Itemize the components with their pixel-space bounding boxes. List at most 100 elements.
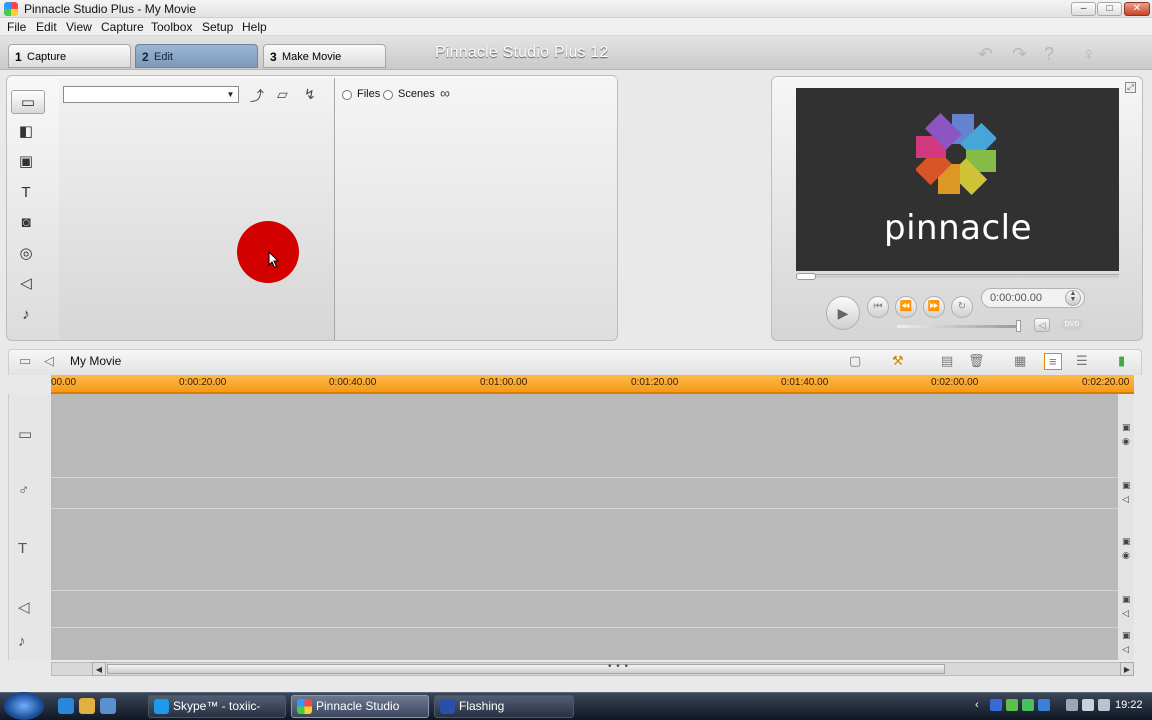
menu-toolbox[interactable]: Toolbox	[151, 20, 192, 34]
lock-icon[interactable]: ▣	[1122, 536, 1131, 547]
disc-menus-icon[interactable]: ◎	[13, 242, 39, 266]
chevron-down-icon[interactable]: ▼	[224, 88, 237, 101]
volume-icon[interactable]	[1098, 699, 1110, 711]
menu-view[interactable]: View	[66, 20, 92, 34]
firefox-icon[interactable]	[79, 698, 95, 714]
scrubber-handle[interactable]	[796, 273, 816, 280]
taskbar-pinnacle[interactable]: Pinnacle Studio Plus...	[291, 695, 429, 718]
ie-icon[interactable]	[58, 698, 74, 714]
lock-icon[interactable]: ▣	[1122, 480, 1131, 491]
track-controls: ▣ ◉ ▣ ◁ ▣ ◉ ▣ ◁ ▣ ◁	[1118, 394, 1134, 660]
menu-edit[interactable]: Edit	[36, 20, 57, 34]
folder-icon[interactable]: ▱	[277, 86, 288, 103]
timecode-value: 0:00:00.00	[990, 292, 1042, 304]
sound-effect-track-icon[interactable]: ◁	[18, 598, 30, 616]
glasses-icon[interactable]: ∞	[440, 85, 450, 101]
audio-view-icon[interactable]: ◁	[44, 353, 54, 369]
tray-app-icon[interactable]	[990, 699, 1002, 711]
transition-track-icon[interactable]: ♂	[18, 482, 29, 499]
timecode-display[interactable]: 0:00:00.00 ▲ ▼	[981, 288, 1085, 308]
play-button[interactable]: ▶	[826, 296, 860, 330]
mute-icon[interactable]: ◁	[1122, 644, 1129, 655]
loop-icon[interactable]: ↻	[951, 296, 973, 318]
sound-effects-icon[interactable]: ◁	[13, 272, 39, 296]
close-button[interactable]: ✕	[1124, 2, 1150, 16]
album-content-pane	[336, 78, 617, 340]
pinnacle-logo-icon	[916, 112, 996, 196]
scenes-radio[interactable]	[383, 90, 393, 100]
title-track-icon[interactable]: T	[18, 540, 27, 557]
rewind-icon[interactable]: ⏪	[895, 296, 917, 318]
scrollbar-thumb[interactable]	[107, 664, 945, 674]
expand-icon[interactable]: ⤢	[1125, 82, 1136, 93]
tab-edit[interactable]: 2 Edit	[135, 44, 258, 68]
timeline-ruler[interactable]: 00.00 0:00:20.00 0:00:40.00 0:01:00.00 0…	[51, 375, 1134, 394]
split-clip-icon[interactable]: ▤	[941, 353, 953, 369]
tray-expand-icon[interactable]: ‹	[975, 699, 987, 711]
dvd-button[interactable]: DVD	[1061, 319, 1083, 331]
menu-help[interactable]: Help	[242, 20, 267, 34]
video-track-icon[interactable]: ▭	[18, 425, 32, 443]
tab-make-movie[interactable]: 3 Make Movie	[263, 44, 386, 68]
timecode-spinner-icon[interactable]: ▲ ▼	[1065, 290, 1081, 306]
tray-app-icon[interactable]	[1006, 699, 1018, 711]
sort-icon[interactable]: ↯	[304, 86, 316, 103]
music-track-icon[interactable]: ♪	[18, 633, 26, 650]
still-images-icon[interactable]: ▣	[13, 150, 39, 174]
music-icon[interactable]: ♪	[13, 303, 39, 327]
video-album-icon[interactable]: ▭	[11, 90, 45, 114]
go-to-start-icon[interactable]: ⏮	[867, 296, 889, 318]
folder-select[interactable]: ▼	[63, 86, 239, 103]
lightbulb-icon[interactable]: ♀	[1082, 44, 1096, 65]
ruler-label: 0:02:20.00	[1082, 377, 1130, 388]
maximize-button[interactable]: □	[1097, 2, 1122, 16]
volume-slider[interactable]	[897, 325, 1019, 328]
visibility-icon[interactable]: ◉	[1122, 436, 1130, 447]
timeline-tracks[interactable]	[51, 394, 1118, 660]
redo-icon[interactable]: ↷	[1012, 44, 1027, 65]
visibility-icon[interactable]: ◉	[1122, 550, 1130, 561]
scroll-left-icon[interactable]: ◀	[92, 662, 106, 676]
lock-icon[interactable]: ▣	[1122, 422, 1131, 433]
scroll-right-icon[interactable]: ▶	[1120, 662, 1134, 676]
menu-file[interactable]: File	[7, 20, 26, 34]
volume-handle[interactable]	[1016, 320, 1021, 332]
undo-icon[interactable]: ↶	[978, 44, 993, 65]
audio-scrub-icon[interactable]: ⚒	[892, 353, 904, 369]
playback-scrubber[interactable]	[796, 274, 1119, 278]
taskbar-skype[interactable]: Skype™ - toxiic-psy...	[148, 695, 286, 718]
text-view-icon[interactable]: ☰	[1076, 353, 1088, 369]
files-radio[interactable]	[342, 90, 352, 100]
track-divider	[51, 590, 1118, 591]
device-icon[interactable]	[1082, 699, 1094, 711]
tray-check-icon[interactable]	[1022, 699, 1034, 711]
photos-icon[interactable]: ◙	[13, 211, 39, 235]
help-icon[interactable]: ?	[1044, 44, 1054, 65]
lock-icon[interactable]: ▣	[1122, 594, 1131, 605]
show-desktop-icon[interactable]	[100, 698, 116, 714]
folder-up-icon[interactable]: ⤴	[250, 86, 264, 106]
tab-capture[interactable]: 1 Capture	[8, 44, 131, 68]
menu-capture[interactable]: Capture	[101, 20, 144, 34]
network-icon[interactable]	[1066, 699, 1078, 711]
timeline-scrollbar[interactable]: • • •	[51, 661, 1134, 676]
lock-icon[interactable]: ▣	[1122, 630, 1131, 641]
storyboard-icon[interactable]: ▦	[1014, 353, 1026, 369]
speaker-icon[interactable]: ◁	[1034, 318, 1050, 332]
titles-icon[interactable]: T	[13, 181, 39, 205]
marker-icon[interactable]: ▢	[849, 353, 861, 369]
taskbar-flashing[interactable]: Flashing	[434, 695, 574, 718]
mute-icon[interactable]: ◁	[1122, 608, 1129, 619]
minimize-button[interactable]: –	[1071, 2, 1096, 16]
clock[interactable]: 19:22	[1115, 699, 1143, 711]
transitions-icon[interactable]: ◧	[13, 120, 39, 144]
menu-setup[interactable]: Setup	[202, 20, 233, 34]
start-button[interactable]	[4, 692, 44, 720]
ruler-label: 0:00:40.00	[329, 377, 377, 388]
mute-icon[interactable]: ◁	[1122, 494, 1129, 505]
tray-app-icon[interactable]	[1038, 699, 1050, 711]
storyboard-view-icon[interactable]: ▭	[19, 353, 31, 369]
fast-forward-icon[interactable]: ⏩	[923, 296, 945, 318]
timeline-view-icon[interactable]: ≡	[1044, 353, 1062, 370]
delete-icon[interactable]: 🗑	[968, 353, 985, 369]
